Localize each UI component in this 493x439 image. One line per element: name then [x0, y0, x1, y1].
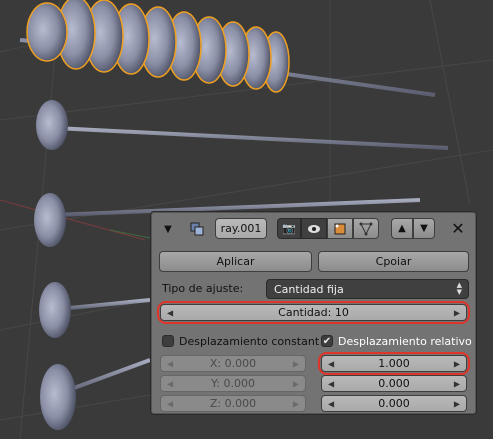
fit-type-label: Tipo de ajuste:: [162, 282, 244, 295]
y-value: 0.000: [223, 377, 255, 390]
increment-arrow-icon[interactable]: ▶: [454, 399, 460, 408]
decrement-arrow-icon[interactable]: ◀: [328, 379, 334, 388]
increment-arrow-icon[interactable]: ▶: [293, 379, 299, 388]
updown-arrows-icon: ▲ ▼: [456, 281, 462, 296]
copy-label: Cpoiar: [375, 255, 412, 268]
relative-z-field[interactable]: ◀ 0.000 ▶: [321, 395, 467, 412]
array-modifier-panel: ▼ ray.001 📷 ▲ ▼ ✕ Aplicar Cpoiar Tipo de…: [150, 211, 477, 415]
editmode-icon: [334, 223, 346, 234]
collapse-triangle-icon[interactable]: ▼: [161, 222, 175, 236]
constant-offset-label: Desplazamiento constant: [179, 334, 320, 348]
x-label: X:: [209, 357, 222, 370]
move-up-icon: ▲: [398, 223, 406, 234]
fit-type-value: Cantidad fija: [274, 282, 344, 296]
decrement-arrow-icon[interactable]: ◀: [167, 399, 173, 408]
constant-x-field[interactable]: ◀ X: 0.000 ▶: [160, 355, 306, 372]
count-highlight: [157, 301, 470, 324]
relative-offset-checkbox[interactable]: ✔ Desplazamiento relativo: [321, 333, 472, 349]
relative-y-value: 0.000: [378, 377, 410, 390]
eye-icon: [308, 224, 320, 233]
y-label: Y:: [211, 377, 220, 390]
cage-vertices-icon: [359, 222, 373, 235]
decrement-arrow-icon[interactable]: ◀: [167, 379, 173, 388]
constant-offset-checkbox[interactable]: Desplazamiento constant: [162, 333, 319, 349]
modifier-name-text: ray.001: [220, 222, 262, 235]
relative-x-highlight: [318, 352, 470, 375]
copy-button[interactable]: Cpoiar: [318, 251, 469, 272]
relative-z-value: 0.000: [378, 397, 410, 410]
apply-label: Aplicar: [216, 255, 255, 268]
modifier-name-input[interactable]: ray.001: [215, 218, 267, 239]
decrement-arrow-icon[interactable]: ◀: [328, 399, 334, 408]
z-value: 0.000: [224, 397, 257, 410]
move-up-button[interactable]: ▲: [391, 218, 413, 239]
move-down-button[interactable]: ▼: [413, 218, 435, 239]
decrement-arrow-icon[interactable]: ◀: [167, 359, 173, 368]
close-icon: ✕: [451, 219, 465, 238]
constant-z-field[interactable]: ◀ Z: 0.000 ▶: [160, 395, 306, 412]
increment-arrow-icon[interactable]: ▶: [293, 359, 299, 368]
relative-offset-label: Desplazamiento relativo: [338, 334, 472, 348]
fit-type-dropdown[interactable]: Cantidad fija ▲ ▼: [266, 279, 469, 299]
array-modifier-icon: [189, 221, 205, 237]
remove-modifier-button[interactable]: ✕: [449, 218, 467, 239]
move-down-icon: ▼: [420, 223, 428, 234]
realtime-toggle-button[interactable]: [301, 218, 327, 239]
checkmark-icon: ✔: [321, 335, 333, 347]
checkbox-empty-icon: [162, 335, 174, 347]
constant-y-field[interactable]: ◀ Y: 0.000 ▶: [160, 375, 306, 392]
z-label: Z:: [209, 397, 222, 410]
increment-arrow-icon[interactable]: ▶: [454, 379, 460, 388]
camera-render-icon: 📷: [282, 222, 296, 235]
editmode-toggle-button[interactable]: [327, 218, 353, 239]
cage-toggle-button[interactable]: [353, 218, 379, 239]
x-value: 0.000: [224, 357, 257, 370]
increment-arrow-icon[interactable]: ▶: [293, 399, 299, 408]
relative-y-field[interactable]: ◀ 0.000 ▶: [321, 375, 467, 392]
apply-button[interactable]: Aplicar: [159, 251, 312, 272]
render-toggle-button[interactable]: 📷: [277, 218, 301, 239]
